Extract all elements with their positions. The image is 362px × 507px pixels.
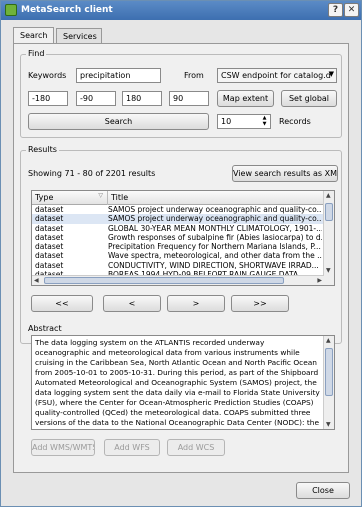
- table-row[interactable]: dataset CONDUCTIVITY, WIND DIRECTION, SHO…: [32, 261, 324, 270]
- view-xml-button[interactable]: View search results as XML: [232, 165, 338, 182]
- scroll-left-icon[interactable]: ◀: [34, 277, 39, 284]
- bbox-east-input[interactable]: 180: [122, 91, 162, 106]
- column-header-type[interactable]: Type ▽: [32, 191, 108, 205]
- previous-page-button[interactable]: <: [103, 295, 161, 312]
- results-count-text: Showing 71 - 80 of 2201 results: [28, 169, 156, 178]
- abstract-text: The data logging system on the ATLANTIS …: [35, 338, 320, 429]
- abstract-label: Abstract: [28, 324, 62, 333]
- table-row[interactable]: dataset Precipitation Frequency for North…: [32, 242, 324, 251]
- scrollbar-thumb[interactable]: [325, 348, 333, 396]
- last-page-button[interactable]: >>: [231, 295, 289, 312]
- table-row-selected[interactable]: dataset SAMOS project underway oceanograp…: [32, 214, 324, 224]
- scroll-down-icon[interactable]: ▼: [326, 267, 331, 274]
- qgis-icon: [5, 4, 17, 16]
- window-title: MetaSearch client: [21, 5, 113, 15]
- table-row[interactable]: dataset SAMOS project underway oceanograp…: [32, 205, 324, 214]
- title-bar: MetaSearch client ? ✕: [1, 1, 361, 20]
- results-group-label: Results: [26, 145, 59, 154]
- table-header: Type ▽ Title: [32, 191, 324, 205]
- set-global-button[interactable]: Set global: [281, 90, 337, 107]
- add-wms-wmts-button[interactable]: Add WMS/WMTS: [31, 439, 95, 456]
- table-body: dataset SAMOS project underway oceanograp…: [32, 205, 324, 279]
- window-close-button[interactable]: ✕: [344, 3, 359, 17]
- catalog-select[interactable]: CSW endpoint for catalog.d ▼: [217, 68, 337, 83]
- add-wcs-button[interactable]: Add WCS: [167, 439, 225, 456]
- records-label: Records: [279, 117, 311, 126]
- records-spinbox[interactable]: 10 ▲ ▼: [217, 114, 271, 129]
- help-button[interactable]: ?: [328, 3, 343, 17]
- spin-arrows-icon[interactable]: ▲ ▼: [260, 115, 269, 128]
- keywords-input[interactable]: precipitation: [76, 68, 161, 83]
- scroll-down-icon[interactable]: ▼: [326, 421, 331, 428]
- catalog-select-value: CSW endpoint for catalog.d: [221, 71, 331, 80]
- scrollbar-thumb[interactable]: [325, 203, 333, 221]
- bbox-south-input[interactable]: -90: [76, 91, 116, 106]
- close-button[interactable]: Close: [296, 482, 350, 499]
- from-label: From: [184, 71, 204, 80]
- chevron-down-icon: ▼: [328, 70, 334, 78]
- results-table: Type ▽ Title dataset SAMOS project underw…: [31, 190, 335, 286]
- scroll-up-icon[interactable]: ▲: [326, 192, 331, 199]
- keywords-label: Keywords: [28, 71, 67, 80]
- abstract-vertical-scrollbar[interactable]: ▲ ▼: [323, 336, 334, 429]
- abstract-textbox[interactable]: The data logging system on the ATLANTIS …: [31, 335, 335, 430]
- search-button[interactable]: Search: [28, 113, 209, 130]
- find-group-label: Find: [26, 49, 47, 58]
- first-page-button[interactable]: <<: [31, 295, 93, 312]
- sort-indicator-icon: ▽: [98, 192, 103, 199]
- scroll-right-icon[interactable]: ▶: [317, 277, 322, 284]
- table-vertical-scrollbar[interactable]: ▲ ▼: [323, 191, 334, 285]
- table-row[interactable]: dataset GLOBAL 30-YEAR MEAN MONTHLY CLIMA…: [32, 224, 324, 233]
- map-extent-button[interactable]: Map extent: [217, 90, 274, 107]
- scroll-up-icon[interactable]: ▲: [326, 337, 331, 344]
- bbox-west-input[interactable]: -180: [28, 91, 68, 106]
- metasearch-window: MetaSearch client ? ✕ Search Services Fi…: [0, 0, 362, 507]
- table-horizontal-scrollbar[interactable]: ◀ ▶: [32, 275, 324, 285]
- add-wfs-button[interactable]: Add WFS: [104, 439, 160, 456]
- records-value: 10: [221, 117, 232, 126]
- scrollbar-thumb[interactable]: [44, 277, 284, 284]
- table-row[interactable]: dataset Growth responses of subalpine fir…: [32, 233, 324, 242]
- next-page-button[interactable]: >: [167, 295, 225, 312]
- column-header-title[interactable]: Title: [108, 191, 324, 205]
- table-row[interactable]: dataset Wave spectra, meteorological, and…: [32, 251, 324, 260]
- tab-search[interactable]: Search: [13, 27, 54, 44]
- bbox-north-input[interactable]: 90: [169, 91, 209, 106]
- tab-services[interactable]: Services: [56, 28, 102, 44]
